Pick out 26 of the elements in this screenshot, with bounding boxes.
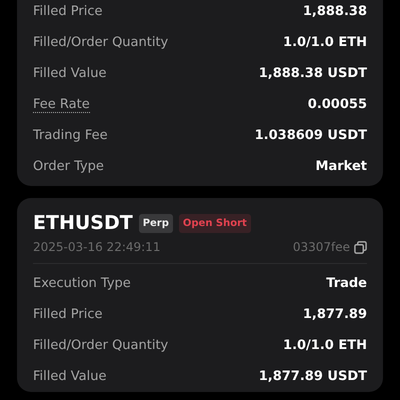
field-label: Filled/Order Quantity: [33, 34, 168, 52]
field-label: Filled/Order Quantity: [33, 337, 168, 355]
field-value: 1,888.38: [302, 3, 367, 21]
field-value: 1,877.89 USDT: [258, 368, 367, 386]
order-tag: Open Short: [178, 214, 251, 232]
copy-icon[interactable]: [354, 240, 367, 254]
field-label: Execution Type: [33, 275, 131, 293]
order-tag: Perp: [138, 214, 173, 232]
symbol-title: ETHUSDT: [33, 211, 133, 236]
field-value: 1,888.38 USDT: [258, 65, 367, 83]
field-value: 1.038609 USDT: [254, 127, 367, 145]
field-label[interactable]: Fee Rate: [33, 96, 90, 112]
order-time: 2025-03-16 22:49:11: [33, 239, 160, 256]
field-label: Filled Price: [33, 3, 102, 21]
field-value: 1.0/1.0 ETH: [283, 337, 367, 355]
field-label: Order Type: [33, 158, 104, 176]
field-label: Filled Value: [33, 65, 106, 83]
field-label: Filled Value: [33, 368, 106, 386]
order-id: 03307fee: [292, 239, 350, 256]
field-value: Market: [316, 158, 367, 176]
field-label: Trading Fee: [33, 127, 108, 145]
field-value: Trade: [326, 275, 367, 293]
field-value: 1.0/1.0 ETH: [283, 34, 367, 52]
field-value: 0.00055: [308, 96, 367, 114]
field-value: 1,877.89: [302, 306, 367, 324]
field-label: Filled Price: [33, 306, 102, 324]
